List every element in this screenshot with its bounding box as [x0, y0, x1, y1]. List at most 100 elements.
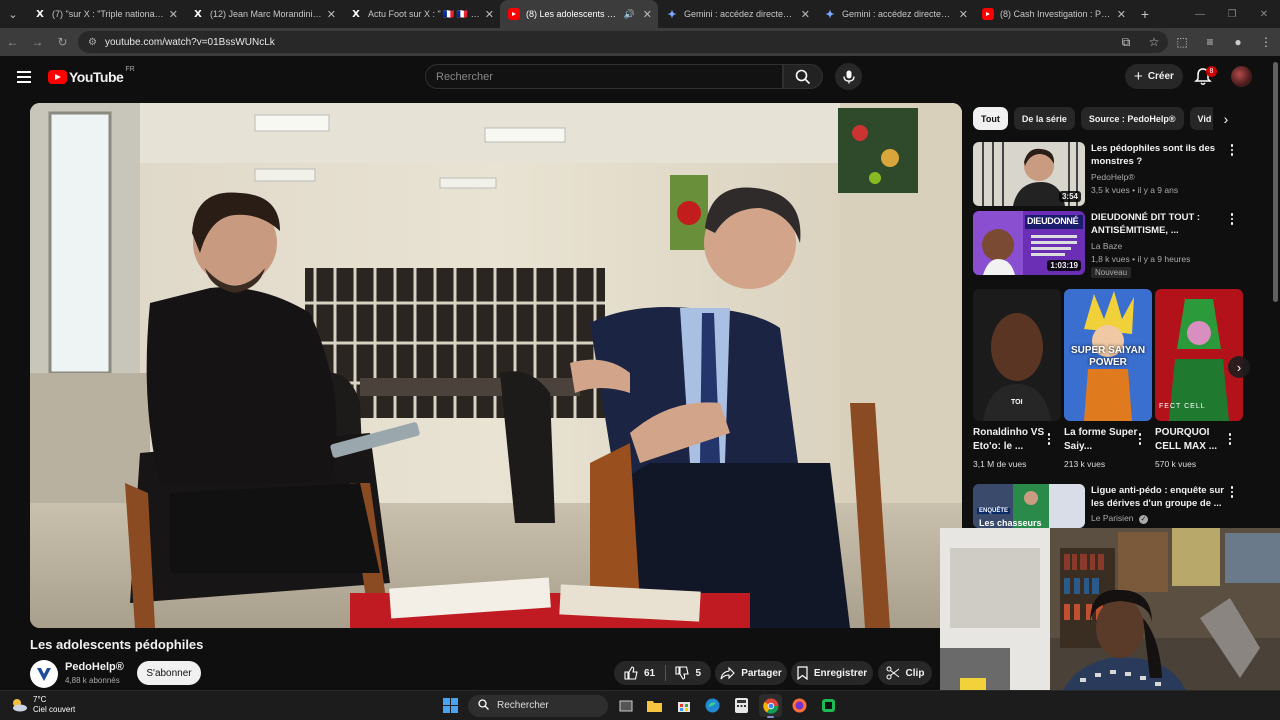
address-bar-row: ← → ↻ ⚙ youtube.com/watch?v=01BssWUNcLk …: [0, 28, 1280, 56]
channel-name[interactable]: Le Parisien: [1091, 513, 1134, 523]
youtube-logo[interactable]: YouTube FR: [48, 66, 135, 85]
subscribe-button[interactable]: S'abonner: [137, 661, 201, 685]
browser-tab[interactable]: X (12) Jean Marc Morandini sur X ✕: [184, 0, 342, 28]
close-tab-icon[interactable]: ✕: [169, 8, 178, 21]
recommendation-item[interactable]: 3:54 Les pédophiles sont ils des monstre…: [973, 142, 1248, 206]
short-thumbnail[interactable]: SUPER SAIYAN POWER: [1064, 289, 1152, 421]
windows-start-icon[interactable]: [439, 694, 462, 717]
channel-name[interactable]: PedoHelp®: [1091, 172, 1135, 182]
short-views: 213 k vues: [1064, 459, 1106, 469]
more-options-icon[interactable]: [1228, 213, 1236, 225]
browser-tab[interactable]: ✦ Gemini : accédez directement à ✕: [816, 0, 974, 28]
close-tab-icon[interactable]: ✕: [959, 8, 968, 21]
video-thumbnail[interactable]: 3:54: [973, 142, 1085, 206]
edge-browser-icon[interactable]: [701, 694, 724, 717]
channel-name[interactable]: La Baze: [1091, 241, 1122, 251]
more-options-icon[interactable]: [1045, 433, 1053, 445]
chip-series[interactable]: De la série: [1013, 107, 1075, 130]
channel-avatar[interactable]: [30, 660, 58, 688]
video-meta: 3,5 k vues • il y a 9 ans: [1091, 185, 1179, 195]
extensions-icon[interactable]: ⬚: [1168, 35, 1196, 49]
clip-button[interactable]: Clip: [878, 661, 932, 685]
save-label: Enregistrer: [813, 667, 868, 679]
video-title[interactable]: Les pédophiles sont ils des monstres ?: [1091, 142, 1226, 168]
share-button[interactable]: Partager: [715, 661, 787, 685]
short-thumbnail[interactable]: TOI: [973, 289, 1061, 421]
more-options-icon[interactable]: [1226, 433, 1234, 445]
dislike-button[interactable]: 5: [665, 661, 711, 685]
app-icon[interactable]: [817, 694, 840, 717]
gemini-icon: ✦: [825, 8, 835, 21]
task-view-icon[interactable]: [614, 694, 637, 717]
more-options-icon[interactable]: [1136, 433, 1144, 445]
recommendation-item[interactable]: DIEUDONNÉ 1:03:19 DIEUDONNÉ DIT TOUT : A…: [973, 211, 1248, 278]
short-title[interactable]: La forme Super Saiy...: [1064, 426, 1144, 454]
youtube-header: YouTube FR + Créer 8: [0, 56, 1280, 98]
weather-widget[interactable]: 7°C Ciel couvert: [10, 695, 75, 715]
url-field[interactable]: ⚙ youtube.com/watch?v=01BssWUNcLk: [78, 31, 1168, 53]
video-title[interactable]: Ligue anti-pédo : enquête sur les dérive…: [1091, 484, 1226, 510]
close-window-icon[interactable]: ✕: [1248, 0, 1280, 28]
taskbar-search-label: Rechercher: [497, 700, 549, 711]
chip-source[interactable]: Source : PedoHelp®: [1080, 107, 1184, 130]
close-tab-icon[interactable]: ✕: [801, 8, 810, 21]
create-button[interactable]: + Créer: [1125, 64, 1183, 89]
voice-search-button[interactable]: [835, 63, 862, 90]
tab-search-icon[interactable]: ⌄: [0, 0, 26, 28]
channel-name-row[interactable]: Le Parisien ✓: [1091, 513, 1148, 524]
more-options-icon[interactable]: [1228, 144, 1236, 156]
browser-tab[interactable]: ✦ Gemini : accédez directement à ✕: [658, 0, 816, 28]
taskbar-search[interactable]: Rechercher: [468, 694, 608, 717]
file-explorer-icon[interactable]: [643, 694, 666, 717]
search-input[interactable]: [436, 70, 782, 83]
calculator-icon[interactable]: [730, 694, 753, 717]
chrome-icon[interactable]: [759, 694, 782, 718]
profile-icon[interactable]: ●: [1224, 35, 1252, 49]
new-tab-icon[interactable]: +: [1132, 6, 1158, 22]
chevron-right-icon[interactable]: ›: [1217, 110, 1235, 128]
x-logo-icon: X: [194, 8, 202, 20]
close-tab-icon[interactable]: ✕: [643, 8, 652, 21]
bookmark-star-icon[interactable]: ☆: [1140, 35, 1168, 49]
browser-tab[interactable]: X (7) "sur X : "Triple nationalité fra ✕: [26, 0, 184, 28]
speaker-icon[interactable]: 🔊: [624, 9, 635, 20]
media-control-icon[interactable]: ≡: [1196, 35, 1224, 49]
browser-tab[interactable]: X Actu Foot sur X : " 🇫🇷 🇫🇷 KARI ✕: [342, 0, 500, 28]
close-tab-icon[interactable]: ✕: [485, 8, 494, 21]
video-duration: 3:54: [1058, 191, 1081, 202]
close-tab-icon[interactable]: ✕: [1117, 8, 1126, 21]
hamburger-menu-icon[interactable]: [17, 71, 31, 83]
video-thumbnail[interactable]: DIEUDONNÉ 1:03:19: [973, 211, 1085, 275]
account-avatar[interactable]: [1231, 66, 1252, 87]
page-scrollbar[interactable]: [1273, 62, 1278, 302]
more-options-icon[interactable]: [1228, 486, 1236, 498]
temperature-text: 7°C: [33, 695, 47, 704]
short-title[interactable]: POURQUOI CELL MAX ...: [1155, 426, 1235, 454]
channel-name[interactable]: PedoHelp®: [65, 661, 124, 673]
short-thumbnail[interactable]: FECT CELL: [1155, 289, 1243, 421]
maximize-icon[interactable]: ❐: [1216, 0, 1248, 28]
minimize-icon[interactable]: —: [1184, 0, 1216, 28]
browser-tab-active[interactable]: (8) Les adolescents pédoph 🔊 ✕: [500, 0, 658, 28]
video-player[interactable]: [30, 103, 962, 628]
forward-icon[interactable]: →: [25, 28, 50, 56]
site-info-icon[interactable]: ⚙: [88, 37, 97, 48]
like-dislike-group: 61 5: [614, 661, 711, 685]
store-icon[interactable]: [672, 694, 695, 717]
back-icon[interactable]: ←: [0, 28, 25, 56]
install-app-icon[interactable]: ⧉: [1112, 35, 1140, 50]
shorts-next-icon[interactable]: ›: [1228, 356, 1250, 378]
browser-menu-icon[interactable]: ⋮: [1252, 35, 1280, 49]
video-title[interactable]: DIEUDONNÉ DIT TOUT : ANTISÉMITISME, ...: [1091, 211, 1226, 237]
chip-videos[interactable]: Vid: [1189, 107, 1213, 130]
video-thumbnail[interactable]: ENQUÊTE Les chasseurs: [973, 484, 1085, 528]
chip-all[interactable]: Tout: [973, 107, 1008, 130]
short-title[interactable]: Ronaldinho VS Eto'o: le ...: [973, 426, 1053, 454]
close-tab-icon[interactable]: ✕: [327, 8, 336, 21]
save-button[interactable]: Enregistrer: [791, 661, 873, 685]
search-button[interactable]: [783, 64, 823, 89]
browser-tab[interactable]: (8) Cash Investigation : Périscol ✕: [974, 0, 1132, 28]
reload-icon[interactable]: ↻: [50, 28, 75, 56]
firefox-icon[interactable]: [788, 694, 811, 717]
like-button[interactable]: 61: [614, 661, 665, 685]
